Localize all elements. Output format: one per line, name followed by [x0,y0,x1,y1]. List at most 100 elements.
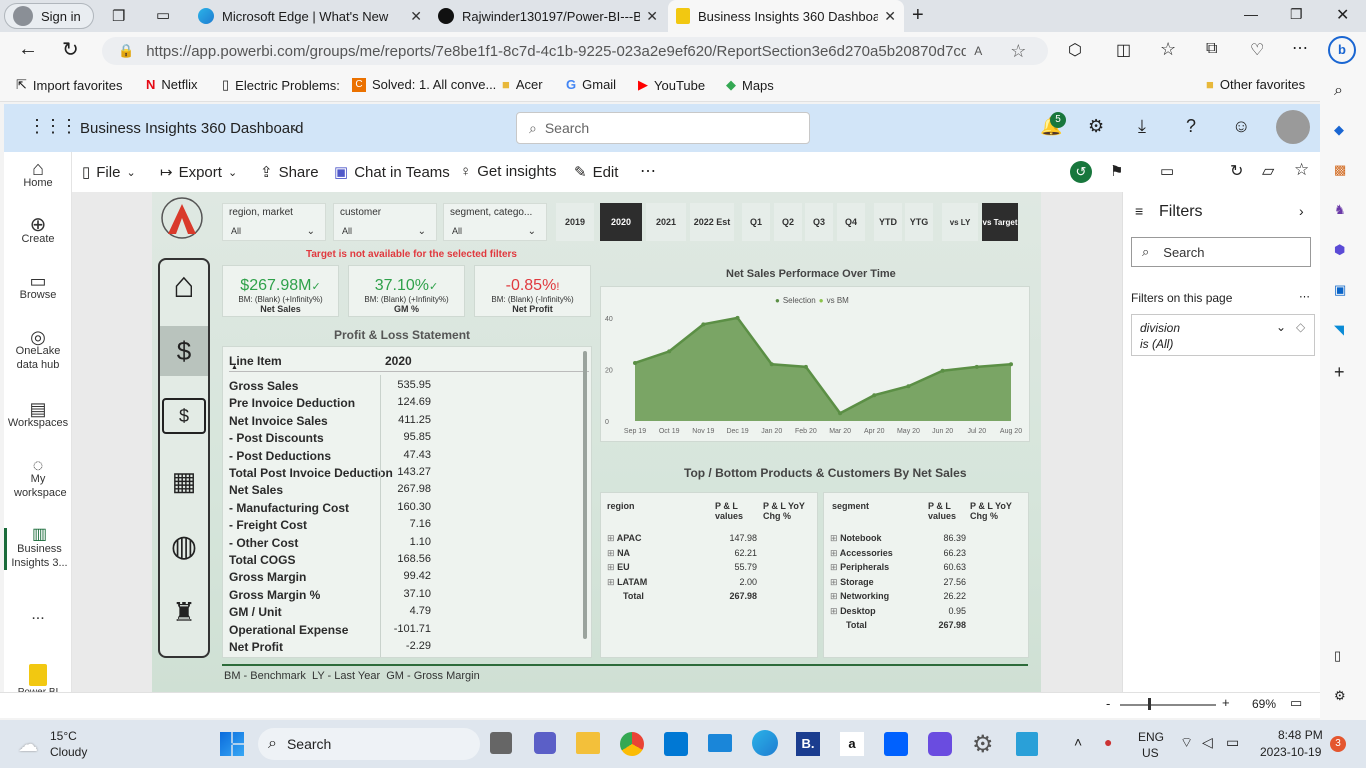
table-row[interactable]: ⊞ LATAM 2.00 [607,577,807,588]
close-icon[interactable]: ✕ [646,8,658,25]
table-row[interactable]: ⊞ NA 62.21 [607,548,807,559]
view-icon[interactable]: ▭ [1160,162,1174,180]
fit-page-icon[interactable]: ▭ [1290,695,1302,711]
table-row[interactable]: ⊞ EU 55.79 [607,562,807,573]
mail-icon[interactable] [708,734,732,752]
games-icon[interactable]: ♞ [1334,202,1346,218]
file-explorer-icon[interactable] [576,732,600,754]
back-icon[interactable]: ← [18,38,38,61]
notepad-icon[interactable] [1016,732,1038,756]
zoom-slider[interactable] [1120,704,1216,706]
volume-icon[interactable]: ◁ [1202,734,1213,751]
clock-time[interactable]: 8:48 PM [1278,728,1323,742]
meet-icon[interactable] [534,732,556,754]
nav-workspaces[interactable]: ▤ Workspaces [4,400,72,430]
favorites-icon[interactable]: ☆ [1160,39,1176,60]
fav-netflix[interactable]: N Netflix [146,77,198,92]
settings-icon[interactable]: ⚙ [1088,116,1104,137]
fav-gmail[interactable]: G Gmail [566,77,616,92]
app-icon[interactable] [928,732,952,756]
outlook-icon[interactable]: ▣ [1334,282,1346,298]
nav-business-insights[interactable]: ▥ Business Insights 3... [4,527,72,570]
nav-more[interactable]: ... [4,607,72,623]
period-2021[interactable]: 2021 [646,203,686,241]
zoom-out-icon[interactable]: - [1106,696,1110,711]
fav-maps[interactable]: ◆ Maps [726,77,774,93]
pl-header-year[interactable]: 2020 [385,354,412,368]
pbi-search-input[interactable]: ⌕ Search [516,112,810,144]
data-point[interactable] [906,384,911,389]
start-icon[interactable] [220,732,244,756]
expand-icon[interactable]: ⊞ [830,606,838,616]
extensions-icon[interactable]: ⬡ [1068,40,1082,60]
expand-icon[interactable]: ⊞ [607,548,615,558]
period-vs-target[interactable]: vs Target [982,203,1018,241]
more-menu-icon[interactable]: ⋯ [1292,38,1308,58]
segment-table[interactable]: segment P & L values P & L YoY Chg % ⊞ N… [823,492,1029,658]
edge-taskbar-icon[interactable] [752,730,778,756]
data-point[interactable] [667,349,672,354]
nav-home-page[interactable]: ⌂ [162,262,206,308]
data-point[interactable] [769,362,774,367]
slicer-region-market[interactable]: region, market All ⌄ [222,203,326,241]
performance-icon[interactable]: ♡ [1250,40,1264,60]
feedback-icon[interactable]: ☺ [1232,116,1250,137]
data-point[interactable] [803,364,808,369]
data-point[interactable] [940,368,945,373]
col-header-region[interactable]: region [607,501,635,511]
task-view-icon[interactable] [490,732,512,754]
insights-button[interactable]: ♀ Get insights [460,163,556,180]
table-row[interactable]: ⊞ Networking 26.22 [830,591,1020,602]
col-header-yoy[interactable]: P & L YoY Chg % [763,501,811,521]
data-point[interactable] [633,361,637,365]
pl-table[interactable]: Line Item 2020 ▲ Gross Sales 535.95 Pre In… [222,346,592,658]
kpi-net-profit[interactable]: -0.85%! BM: (Blank) (-Infinity%) Net Pro… [474,265,591,317]
chevron-down-icon[interactable]: ⌄ [1276,319,1286,335]
table-row[interactable]: ⊞ Notebook 86.39 [830,533,1020,544]
nav-marketing-page[interactable]: ▦ [162,462,206,500]
window-close-icon[interactable]: ✕ [1336,5,1349,25]
file-menu[interactable]: ▯ File ⌄ [82,163,136,182]
notification-count-badge[interactable]: 3 [1330,736,1346,752]
collections-icon[interactable]: ⧉ [1206,40,1217,58]
battery-icon[interactable]: ▭ [1226,734,1239,751]
bookmark-icon[interactable]: ⚑ [1110,162,1123,180]
clock-date[interactable]: 2023-10-19 [1260,745,1321,759]
dropbox-icon[interactable] [884,732,908,756]
expand-icon[interactable]: ⊞ [607,577,615,587]
refresh-visuals-icon[interactable]: ↻ [1230,161,1243,181]
store-icon[interactable] [664,732,688,756]
weather-desc[interactable]: Cloudy [50,745,87,759]
net-sales-chart[interactable]: ● Selection ● vs BM 0 20 40 Sep 19 Oct 19 Nov 1… [600,286,1030,442]
taskbar-search[interactable]: ⌕ Search [258,728,480,760]
expand-icon[interactable]: ⊞ [607,562,615,572]
report-title[interactable]: Business Insights 360 Dashboard [80,120,303,137]
close-icon[interactable]: ✕ [410,8,422,25]
help-icon[interactable]: ? [1186,116,1196,137]
nav-executive-page[interactable]: ♜ [162,592,206,632]
fav-solved[interactable]: C Solved: 1. All conve... [352,77,496,92]
period-2022-est[interactable]: 2022 Est [690,203,734,241]
bing-icon[interactable]: b [1328,36,1356,64]
expand-icon[interactable]: ⊞ [607,533,615,543]
data-point[interactable] [1009,362,1013,367]
period-ytd[interactable]: YTD [874,203,902,241]
nav-sales-page[interactable]: $ [162,398,206,434]
tab-actions-icon[interactable]: ❐ [112,7,125,25]
tab-github[interactable]: Rajwinder130197/Power-BI---Bu ✕ [430,0,666,32]
vertical-tabs-icon[interactable]: ▭ [156,6,170,24]
period-vs-ly[interactable]: vs LY [942,203,978,241]
section-more-icon[interactable]: ⋯ [1299,290,1310,303]
zoom-level[interactable]: 69% [1252,697,1276,711]
kpi-net-sales[interactable]: $267.98M✓ BM: (Blank) (+Infinity%) Net S… [222,265,339,317]
account-avatar[interactable] [1276,110,1310,144]
data-point[interactable] [735,315,740,320]
settings-icon[interactable]: ⚙ [1334,688,1346,704]
nav-my-workspace[interactable]: ◌ My workspace [4,456,72,500]
amazon-icon[interactable]: a [840,732,864,756]
nav-onelake[interactable]: ◎ OneLake data hub [4,328,72,372]
fav-electric[interactable]: ▯ Electric Problems: [222,77,340,93]
period-2020[interactable]: 2020 [600,203,642,241]
zoom-in-icon[interactable]: + [1222,695,1230,710]
nav-create[interactable]: ⊕ Create [4,215,72,246]
